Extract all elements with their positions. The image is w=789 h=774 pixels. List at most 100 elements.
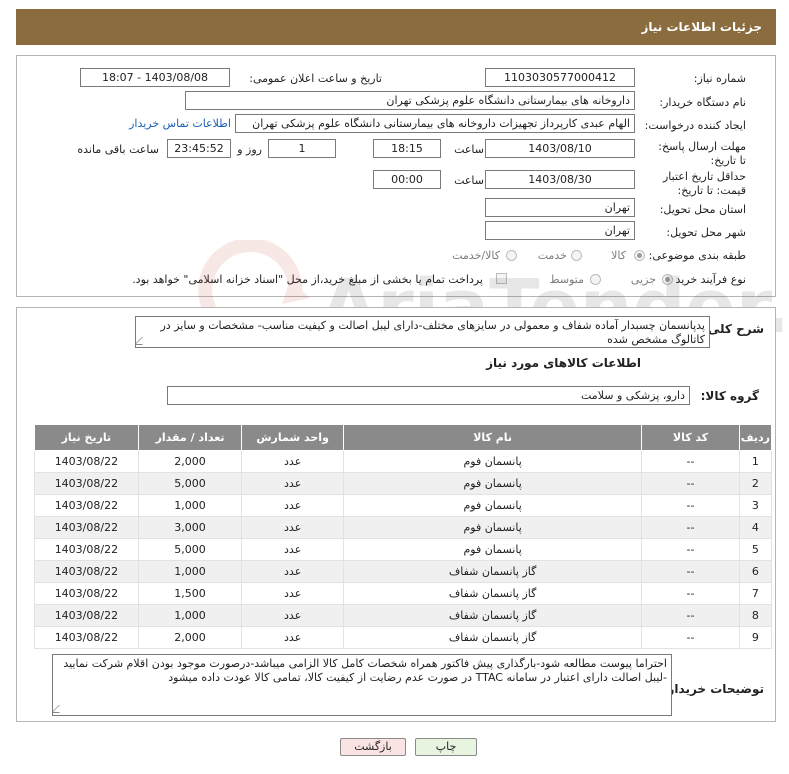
buyer-contact-link[interactable]: اطلاعات تماس خریدار bbox=[129, 117, 231, 130]
category-radio-goods[interactable] bbox=[634, 250, 645, 261]
days-field[interactable]: 1 bbox=[268, 139, 336, 158]
cell-unit: عدد bbox=[241, 494, 344, 517]
cell-row-number: 6 bbox=[738, 560, 773, 583]
deadline-date-field[interactable]: 1403/08/10 bbox=[485, 139, 635, 158]
cell-name: گاز پانسمان شفاف bbox=[342, 560, 643, 583]
cell-code: -- bbox=[641, 472, 740, 495]
cell-unit: عدد bbox=[241, 538, 344, 561]
city-label: شهر محل تحویل: bbox=[666, 226, 746, 239]
cell-row-number: 9 bbox=[738, 626, 773, 649]
table-row: 9 -- گاز پانسمان شفاف عدد 2,000 1403/08/22 bbox=[34, 626, 773, 649]
table-row: 5 -- پانسمان فوم عدد 5,000 1403/08/22 bbox=[34, 538, 773, 561]
cell-name: گاز پانسمان شفاف bbox=[342, 626, 643, 649]
cell-date: 1403/08/22 bbox=[34, 604, 139, 627]
goods-group-label: گروه کالا: bbox=[700, 389, 759, 403]
cell-code: -- bbox=[641, 626, 740, 649]
cell-qty: 2,000 bbox=[137, 626, 243, 649]
process-radio-medium[interactable] bbox=[590, 274, 601, 285]
buyer-label: نام دستگاه خریدار: bbox=[659, 96, 746, 109]
cell-qty: 1,500 bbox=[137, 582, 243, 605]
cell-name: پانسمان فوم bbox=[342, 450, 643, 473]
validity-date-field[interactable]: 1403/08/30 bbox=[485, 170, 635, 189]
creator-field[interactable]: الهام عبدی کارپرداز تجهیزات داروخانه های… bbox=[235, 114, 635, 133]
table-row: 3 -- پانسمان فوم عدد 1,000 1403/08/22 bbox=[34, 494, 773, 517]
process-radio-minor[interactable] bbox=[662, 274, 673, 285]
cell-name: پانسمان فوم bbox=[342, 538, 643, 561]
remaining-label: ساعت باقی مانده bbox=[77, 143, 159, 156]
cell-row-number: 1 bbox=[738, 450, 773, 473]
notes-label: توضیحات خریدار: bbox=[662, 682, 764, 696]
need-number-label: شماره نیاز: bbox=[693, 72, 746, 85]
goods-table-header: ردیف کد کالا نام کالا واحد شمارش تعداد /… bbox=[34, 424, 773, 451]
cell-code: -- bbox=[641, 560, 740, 583]
cell-qty: 5,000 bbox=[137, 538, 243, 561]
category-option-both: کالا/خدمت bbox=[452, 249, 500, 262]
cell-unit: عدد bbox=[241, 604, 344, 627]
city-field[interactable]: تهران bbox=[485, 221, 635, 240]
process-option-medium: متوسط bbox=[549, 273, 584, 286]
deadline-time-label: ساعت bbox=[454, 143, 484, 156]
table-row: 2 -- پانسمان فوم عدد 5,000 1403/08/22 bbox=[34, 472, 773, 495]
cell-row-number: 8 bbox=[738, 604, 773, 627]
col-date: تاریخ نیاز bbox=[34, 424, 139, 451]
announce-field[interactable]: 1403/08/08 - 18:07 bbox=[80, 68, 230, 87]
deadline-time-field[interactable]: 18:15 bbox=[373, 139, 441, 158]
table-row: 1 -- پانسمان فوم عدد 2,000 1403/08/22 bbox=[34, 450, 773, 473]
cell-row-number: 5 bbox=[738, 538, 773, 561]
col-name: نام کالا bbox=[342, 424, 643, 451]
cell-date: 1403/08/22 bbox=[34, 560, 139, 583]
cell-qty: 1,000 bbox=[137, 560, 243, 583]
page-header: جزئیات اطلاعات نیاز bbox=[16, 9, 776, 45]
cell-code: -- bbox=[641, 516, 740, 539]
validity-label-text: حداقل تاریخ اعتبار قیمت: تا تاریخ: bbox=[662, 170, 746, 197]
deadline-label: مهلت ارسال پاسخ: تا تاریخ: bbox=[656, 140, 746, 168]
resize-handle-icon[interactable] bbox=[53, 705, 67, 713]
cell-name: پانسمان فوم bbox=[342, 494, 643, 517]
cell-code: -- bbox=[641, 538, 740, 561]
col-row: ردیف bbox=[738, 424, 773, 451]
cell-date: 1403/08/22 bbox=[34, 538, 139, 561]
buyer-field[interactable]: داروخانه های بیمارستانی دانشگاه علوم پزش… bbox=[185, 91, 635, 110]
goods-group-field[interactable]: دارو، پزشکی و سلامت bbox=[167, 386, 690, 405]
cell-row-number: 4 bbox=[738, 516, 773, 539]
notes-text: احتراما پیوست مطالعه شود-بارگذاری پیش فا… bbox=[63, 657, 667, 684]
category-label: طبقه بندی موضوعی: bbox=[648, 249, 746, 262]
cell-name: گاز پانسمان شفاف bbox=[342, 604, 643, 627]
cell-row-number: 2 bbox=[738, 472, 773, 495]
remaining-time-field: 23:45:52 bbox=[167, 139, 231, 158]
cell-qty: 3,000 bbox=[137, 516, 243, 539]
cell-code: -- bbox=[641, 582, 740, 605]
back-button[interactable]: بازگشت bbox=[340, 738, 406, 756]
resize-handle-icon[interactable] bbox=[136, 337, 150, 345]
days-label: روز و bbox=[237, 143, 262, 156]
cell-name: گاز پانسمان شفاف bbox=[342, 582, 643, 605]
goods-table-body: 1 -- پانسمان فوم عدد 2,000 1403/08/22 2 -- پانسم… bbox=[34, 450, 773, 649]
goods-section-title: اطلاعات کالاهای مورد نیاز bbox=[486, 356, 641, 370]
treasury-checkbox[interactable] bbox=[496, 273, 507, 284]
table-row: 4 -- پانسمان فوم عدد 3,000 1403/08/22 bbox=[34, 516, 773, 539]
page-title: جزئیات اطلاعات نیاز bbox=[641, 20, 762, 34]
creator-label: ایجاد کننده درخواست: bbox=[644, 119, 746, 132]
category-radio-service[interactable] bbox=[571, 250, 582, 261]
validity-label: حداقل تاریخ اعتبار قیمت: تا تاریخ: bbox=[636, 170, 746, 198]
cell-code: -- bbox=[641, 604, 740, 627]
cell-unit: عدد bbox=[241, 472, 344, 495]
summary-textarea[interactable]: پدپانسمان چسبدار آماده شفاف و معمولی در … bbox=[135, 316, 710, 348]
cell-unit: عدد bbox=[241, 516, 344, 539]
cell-code: -- bbox=[641, 494, 740, 517]
process-label: نوع فرآیند خرید : bbox=[668, 273, 746, 286]
cell-qty: 1,000 bbox=[137, 494, 243, 517]
table-row: 6 -- گاز پانسمان شفاف عدد 1,000 1403/08/22 bbox=[34, 560, 773, 583]
province-label: استان محل تحویل: bbox=[659, 203, 746, 216]
announce-label: تاریخ و ساعت اعلان عمومی: bbox=[249, 72, 382, 85]
treasury-text: پرداخت تمام یا بخشی از مبلغ خرید،از محل … bbox=[132, 273, 483, 286]
need-number-field[interactable]: 1103030577000412 bbox=[485, 68, 635, 87]
process-option-minor: جزیی bbox=[630, 273, 656, 286]
validity-time-field[interactable]: 00:00 bbox=[373, 170, 441, 189]
cell-qty: 2,000 bbox=[137, 450, 243, 473]
cell-unit: عدد bbox=[241, 626, 344, 649]
print-button[interactable]: چاپ bbox=[415, 738, 477, 756]
category-radio-both[interactable] bbox=[506, 250, 517, 261]
notes-textarea[interactable]: احتراما پیوست مطالعه شود-بارگذاری پیش فا… bbox=[52, 654, 672, 716]
province-field[interactable]: تهران bbox=[485, 198, 635, 217]
